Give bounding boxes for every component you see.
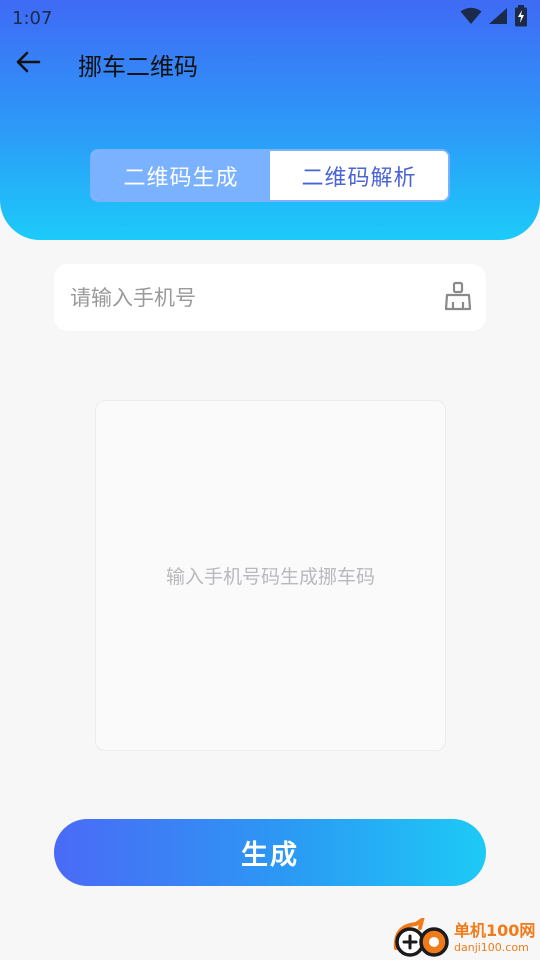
status-bar: 1:07	[0, 0, 540, 36]
watermark-logo-icon	[390, 915, 452, 958]
phone-field	[54, 264, 486, 331]
battery-charging-icon	[514, 5, 528, 31]
watermark-text: 单机100网 danji100.com	[454, 921, 536, 954]
mode-tabs: 二维码生成 二维码解析	[90, 149, 450, 202]
watermark-name: 单机100网	[454, 921, 536, 940]
tab-qr-generate[interactable]: 二维码生成	[92, 151, 270, 200]
qr-preview: 输入手机号码生成挪车码	[95, 400, 446, 751]
back-button[interactable]	[0, 36, 56, 92]
watermark: 单机100网 danji100.com	[390, 915, 540, 960]
status-time: 1:07	[12, 7, 53, 29]
watermark-domain: danji100.com	[454, 941, 529, 954]
screen: 1:07 挪车二维码 二维码生成 二维码解析 请输入手机号 输入手机号码生成挪车…	[0, 0, 540, 960]
wifi-icon	[460, 7, 482, 29]
toolbar: 挪车二维码	[0, 36, 540, 92]
broom-icon	[443, 281, 473, 315]
arrow-left-icon	[15, 51, 41, 77]
clear-button[interactable]	[440, 280, 476, 316]
phone-input[interactable]	[70, 285, 410, 310]
page-title: 挪车二维码	[78, 52, 198, 81]
status-icons	[460, 5, 528, 31]
qr-hint: 输入手机号码生成挪车码	[165, 566, 375, 588]
signal-icon	[488, 7, 508, 29]
tab-qr-decode[interactable]: 二维码解析	[270, 151, 448, 200]
generate-button[interactable]: 生成	[54, 819, 486, 886]
